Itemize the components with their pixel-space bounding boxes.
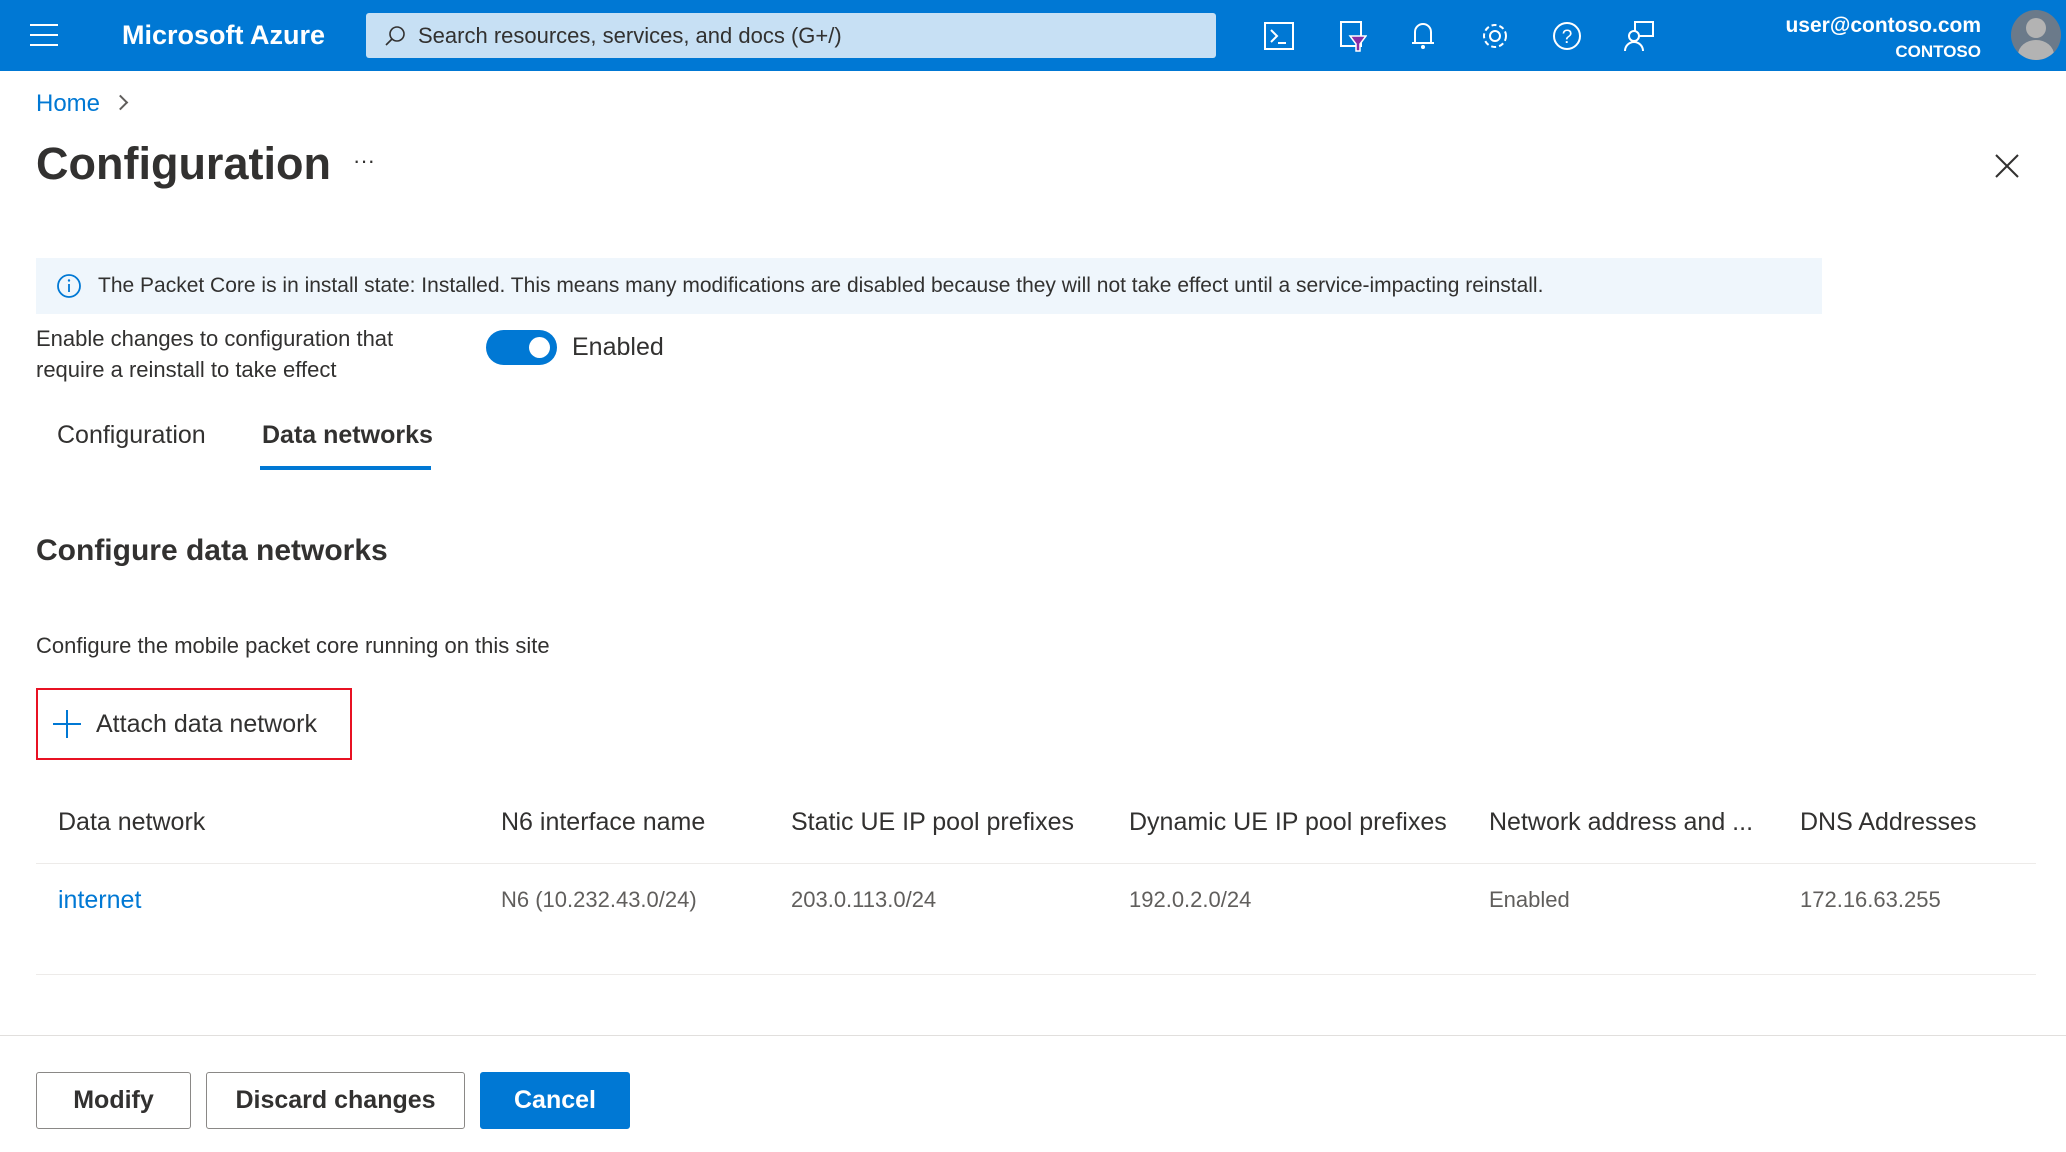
cloud-shell-icon[interactable] <box>1261 18 1297 54</box>
user-avatar[interactable] <box>2011 10 2061 60</box>
toggle-state: Enabled <box>572 333 664 361</box>
search-icon <box>385 25 405 46</box>
column-header-dns[interactable]: DNS Addresses <box>1800 808 1976 837</box>
help-icon[interactable]: ? <box>1549 18 1585 54</box>
reinstall-toggle[interactable] <box>486 330 557 365</box>
cell-dns: 172.16.63.255 <box>1800 887 1941 912</box>
toggle-label-line1: Enable changes to configuration that <box>36 326 394 351</box>
more-options-button[interactable]: ··· <box>353 148 375 174</box>
chevron-right-icon <box>112 94 129 111</box>
cell-napt: Enabled <box>1489 887 1570 912</box>
active-tab-indicator <box>260 466 431 470</box>
user-email[interactable]: user@contoso.com <box>1785 14 1981 38</box>
settings-gear-icon[interactable] <box>1477 18 1513 54</box>
info-icon <box>57 274 81 298</box>
table-row <box>36 864 2036 975</box>
column-header-data-network[interactable]: Data network <box>58 808 205 837</box>
column-header-dynamic-pool[interactable]: Dynamic UE IP pool prefixes <box>1129 808 1447 837</box>
breadcrumb-home[interactable]: Home <box>36 90 100 118</box>
tab-configuration[interactable]: Configuration <box>57 421 206 450</box>
hamburger-menu-icon[interactable] <box>30 24 58 46</box>
cell-dynamic-pool: 192.0.2.0/24 <box>1129 887 1252 912</box>
column-header-napt[interactable]: Network address and ... <box>1489 808 1753 837</box>
notifications-bell-icon[interactable] <box>1405 18 1441 54</box>
toggle-label-line2: require a reinstall to take effect <box>36 357 337 382</box>
info-banner-text: The Packet Core is in install state: Ins… <box>98 274 1544 297</box>
feedback-icon[interactable] <box>1621 18 1657 54</box>
app-title[interactable]: Microsoft Azure <box>122 20 325 51</box>
svg-text:?: ? <box>1562 27 1573 48</box>
column-header-static-pool[interactable]: Static UE IP pool prefixes <box>791 808 1074 837</box>
plus-icon <box>53 710 81 738</box>
search-input[interactable]: Search resources, services, and docs (G+… <box>366 13 1216 58</box>
directory-filter-icon[interactable] <box>1334 18 1370 54</box>
footer-divider <box>0 1035 2066 1036</box>
close-icon[interactable] <box>1993 152 2021 180</box>
top-bar: Microsoft Azure Search resources, servic… <box>0 0 2066 71</box>
modify-button[interactable]: Modify <box>36 1072 191 1129</box>
search-placeholder: Search resources, services, and docs (G+… <box>418 22 842 48</box>
attach-label: Attach data network <box>96 709 317 738</box>
page-title: Configuration <box>36 138 331 189</box>
cancel-button[interactable]: Cancel <box>480 1072 630 1129</box>
tab-data-networks[interactable]: Data networks <box>262 421 433 450</box>
section-title: Configure data networks <box>36 534 388 567</box>
section-description: Configure the mobile packet core running… <box>36 633 550 658</box>
info-banner: The Packet Core is in install state: Ins… <box>36 258 1822 314</box>
attach-data-network-button[interactable]: Attach data network <box>36 688 352 760</box>
tenant-name: CONTOSO <box>1895 42 1981 61</box>
discard-changes-button[interactable]: Discard changes <box>206 1072 465 1129</box>
cell-static-pool: 203.0.113.0/24 <box>791 887 937 912</box>
data-network-link[interactable]: internet <box>58 886 141 915</box>
cell-n6-interface: N6 (10.232.43.0/24) <box>501 887 697 912</box>
column-header-n6-interface[interactable]: N6 interface name <box>501 808 705 837</box>
